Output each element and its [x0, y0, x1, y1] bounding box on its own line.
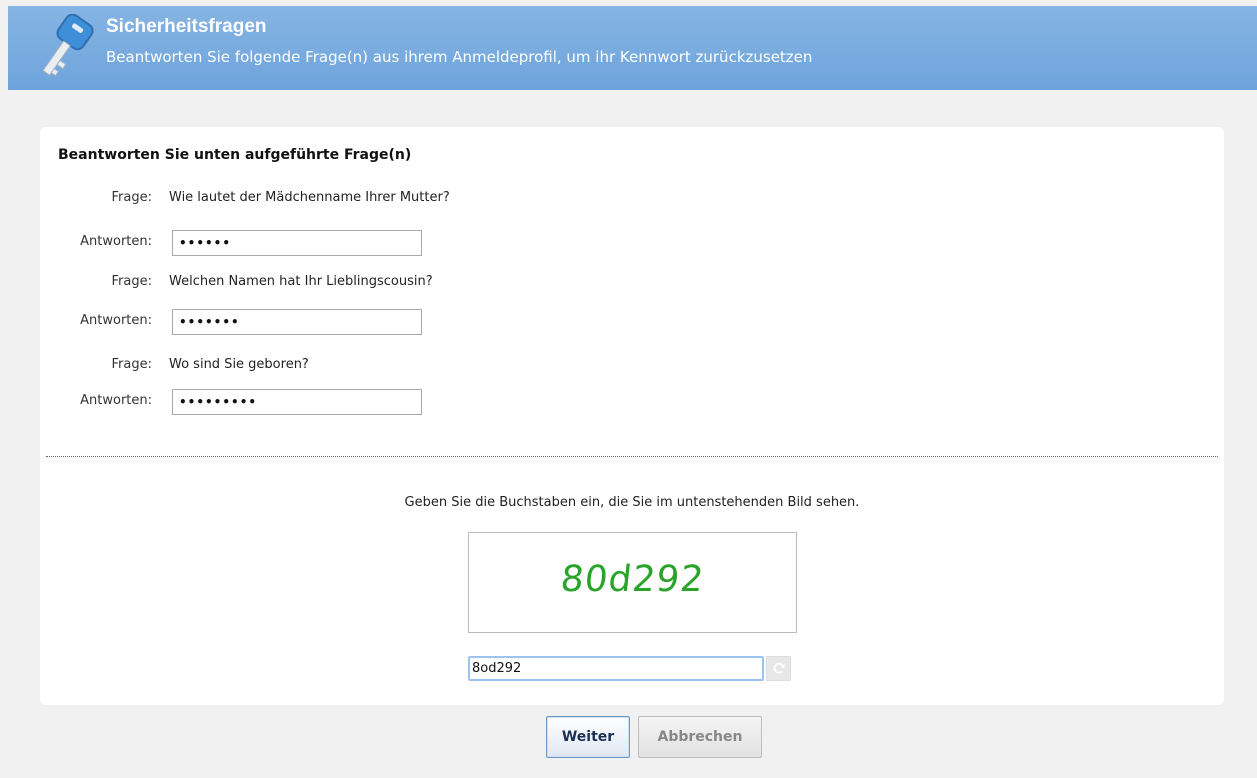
next-button[interactable]: Weiter [546, 716, 630, 758]
captcha-image-text: 80d292 [558, 559, 707, 600]
section-title: Beantworten Sie unten aufgeführte Frage(… [58, 147, 412, 163]
question-label: Frage: [111, 357, 152, 372]
answer-label: Antworten: [80, 234, 152, 249]
captcha-prompt: Geben Sie die Buchstaben ein, die Sie im… [404, 495, 860, 510]
captcha-refresh-button[interactable] [766, 656, 791, 681]
section-divider [46, 456, 1218, 457]
answer-row-1: Antworten: •••••• [40, 230, 640, 258]
question-text-3: Wo sind Sie geboren? [169, 357, 309, 372]
page-subtitle: Beantworten Sie folgende Frage(n) aus ih… [106, 48, 813, 66]
page-title: Sicherheitsfragen [106, 16, 267, 37]
answer-field-1[interactable]: •••••• [172, 230, 422, 256]
question-row-1: Frage: Wie lautet der Mädchenname Ihrer … [40, 190, 640, 218]
question-text-1: Wie lautet der Mädchenname Ihrer Mutter? [169, 190, 450, 205]
answer-label: Antworten: [80, 393, 152, 408]
page-header: Sicherheitsfragen Beantworten Sie folgen… [8, 6, 1257, 90]
cancel-button[interactable]: Abbrechen [638, 716, 762, 758]
question-label: Frage: [111, 190, 152, 205]
question-row-3: Frage: Wo sind Sie geboren? [40, 357, 640, 385]
question-label: Frage: [111, 274, 152, 289]
captcha-image: 80d292 [468, 532, 797, 633]
question-row-2: Frage: Welchen Namen hat Ihr Lieblingsco… [40, 274, 640, 302]
answer-label: Antworten: [80, 313, 152, 328]
question-text-2: Welchen Namen hat Ihr Lieblingscousin? [169, 274, 433, 289]
answer-field-3[interactable]: ••••••••• [172, 389, 422, 415]
security-questions-panel: Beantworten Sie unten aufgeführte Frage(… [40, 127, 1224, 705]
key-icon [42, 14, 94, 77]
refresh-icon [773, 662, 785, 674]
captcha-input[interactable] [468, 656, 764, 681]
answer-field-2[interactable]: ••••••• [172, 309, 422, 335]
answer-row-3: Antworten: ••••••••• [40, 389, 640, 417]
answer-row-2: Antworten: ••••••• [40, 309, 640, 337]
